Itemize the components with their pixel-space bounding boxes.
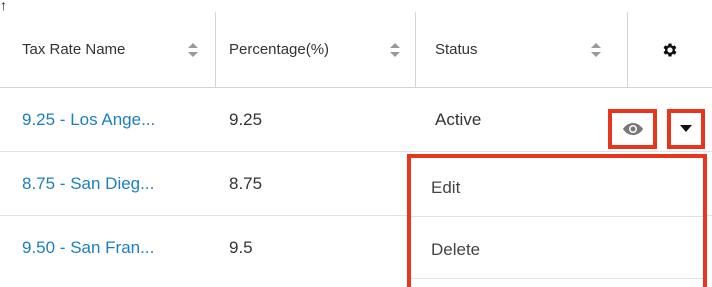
sort-icon[interactable] [591,42,601,57]
tax-rate-name-link[interactable]: 8.75 - San Dieg... [22,174,154,194]
table-row: 9.25 - Los Ange... 9.25 Active [0,88,712,152]
sort-icon[interactable] [188,42,198,57]
menu-item-edit[interactable]: Edit [431,178,460,198]
tax-rate-name-link[interactable]: 9.25 - Los Ange... [22,110,155,130]
column-header-tax-rate-name[interactable]: Tax Rate Name [0,12,215,87]
tax-rate-name-link[interactable]: 9.50 - San Fran... [22,238,154,258]
percentage-value: 8.75 [229,173,263,193]
column-header-status[interactable]: Status [415,12,627,87]
menu-item-delete[interactable]: Delete [431,240,480,260]
percentage-value: 9.25 [229,109,263,129]
column-header-percentage[interactable]: Percentage(%) [215,12,415,87]
row-actions-dropdown-button[interactable] [667,109,705,149]
status-value: Active [435,109,482,129]
column-header-label: Status [435,41,478,58]
table-header-row: Tax Rate Name Percentage(%) Status [0,12,712,88]
sort-icon[interactable] [390,42,400,57]
column-header-label: Percentage(%) [229,41,330,58]
percentage-value: 9.5 [229,237,253,257]
cropped-text-fragment: ↑ [0,0,7,13]
eye-icon [622,123,643,135]
column-settings[interactable] [627,12,712,87]
gear-icon[interactable] [661,41,679,59]
row-actions-menu: Edit Delete [407,154,707,287]
column-header-label: Tax Rate Name [22,41,126,58]
menu-divider [411,278,703,279]
preview-button[interactable] [608,109,657,149]
caret-down-icon [680,125,692,132]
menu-divider [411,216,703,217]
